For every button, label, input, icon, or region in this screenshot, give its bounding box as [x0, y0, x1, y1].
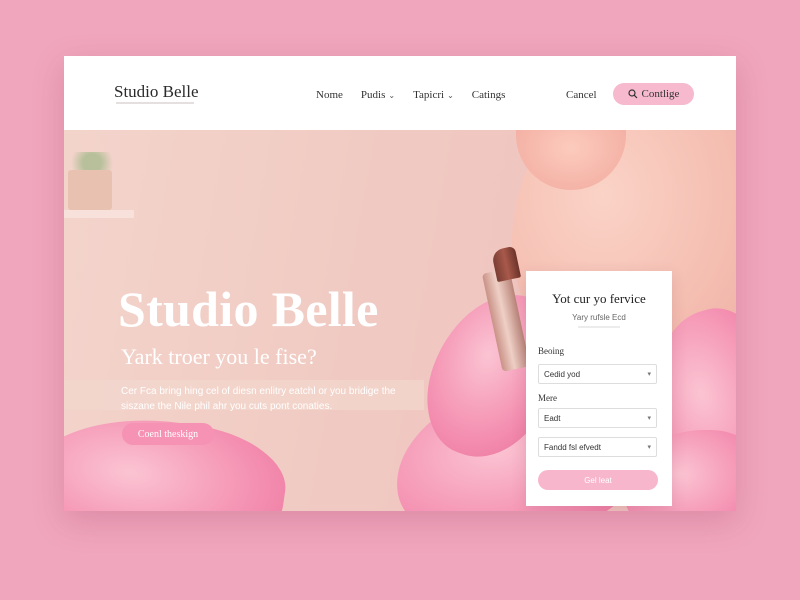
- chevron-down-icon: ▾: [647, 444, 651, 451]
- booking-card-divider: [578, 326, 620, 328]
- booking-select-1[interactable]: Cedid yod ▾: [538, 364, 657, 384]
- logo[interactable]: Studio Belle: [114, 82, 199, 102]
- booking-select-3[interactable]: Fandd fsl efvedt ▾: [538, 437, 657, 457]
- booking-card-title: Yot cur yo fervice: [552, 291, 646, 306]
- nav-item-label: Nome: [316, 89, 343, 101]
- nav-item-home[interactable]: Nome: [316, 89, 343, 101]
- hero-subtitle: Yark troer you le fise?: [121, 344, 317, 369]
- hero-title: Studio Belle: [118, 281, 379, 337]
- main-nav: Nome Pudis ⌄ Tapicri ⌄ Catings: [316, 89, 505, 101]
- nav-item-topics[interactable]: Tapicri ⌄: [413, 89, 454, 101]
- cancel-link[interactable]: Cancel: [566, 89, 597, 101]
- nav-item-catings[interactable]: Catings: [472, 89, 506, 101]
- select-value: Fandd fsl efvedt: [544, 442, 601, 452]
- nav-item-products[interactable]: Pudis ⌄: [361, 89, 395, 101]
- chevron-down-icon: ⌄: [447, 90, 454, 100]
- select-value: Eadt: [544, 413, 561, 423]
- search-icon: [627, 89, 637, 99]
- booking-select-2[interactable]: Eadt ▾: [538, 408, 657, 428]
- chevron-down-icon: ▾: [647, 371, 651, 378]
- booking-submit-button[interactable]: Gel leat: [538, 470, 658, 490]
- site-header: Studio Belle Nome Pudis ⌄ Tapicri ⌄ Cati…: [64, 56, 736, 130]
- logo-underline: [116, 102, 194, 104]
- browser-frame: Studio Belle Nome Pudis ⌄ Tapicri ⌄ Cati…: [64, 56, 736, 511]
- chevron-down-icon: ▾: [647, 415, 651, 422]
- nav-item-label: Pudis: [360, 89, 386, 101]
- field-label: Mere: [538, 393, 557, 403]
- hero-button[interactable]: Coenl theskign: [122, 423, 214, 445]
- nav-item-label: Catings: [471, 89, 506, 101]
- cta-label: Contlige: [641, 88, 680, 100]
- booking-card-subtitle: Yary rufsle Ecd: [572, 313, 626, 322]
- chevron-down-icon: ⌄: [388, 90, 396, 100]
- select-value: Cedid yod: [544, 369, 581, 379]
- header-cta-button[interactable]: Contlige: [613, 83, 694, 105]
- field-label: Beoing: [538, 346, 564, 356]
- hero-description: Cer Fca bring hing cel of diesn enlitry …: [121, 386, 396, 412]
- booking-card: Yot cur yo fervice Yary rufsle Ecd Beoin…: [526, 271, 672, 506]
- pot-decoration: [68, 170, 112, 210]
- nav-item-label: Tapicri: [413, 89, 445, 101]
- shelf-decoration: [64, 210, 134, 218]
- hero-section: Studio Belle Yark troer you le fise? Cer…: [64, 130, 736, 511]
- petal-decoration: [64, 402, 293, 511]
